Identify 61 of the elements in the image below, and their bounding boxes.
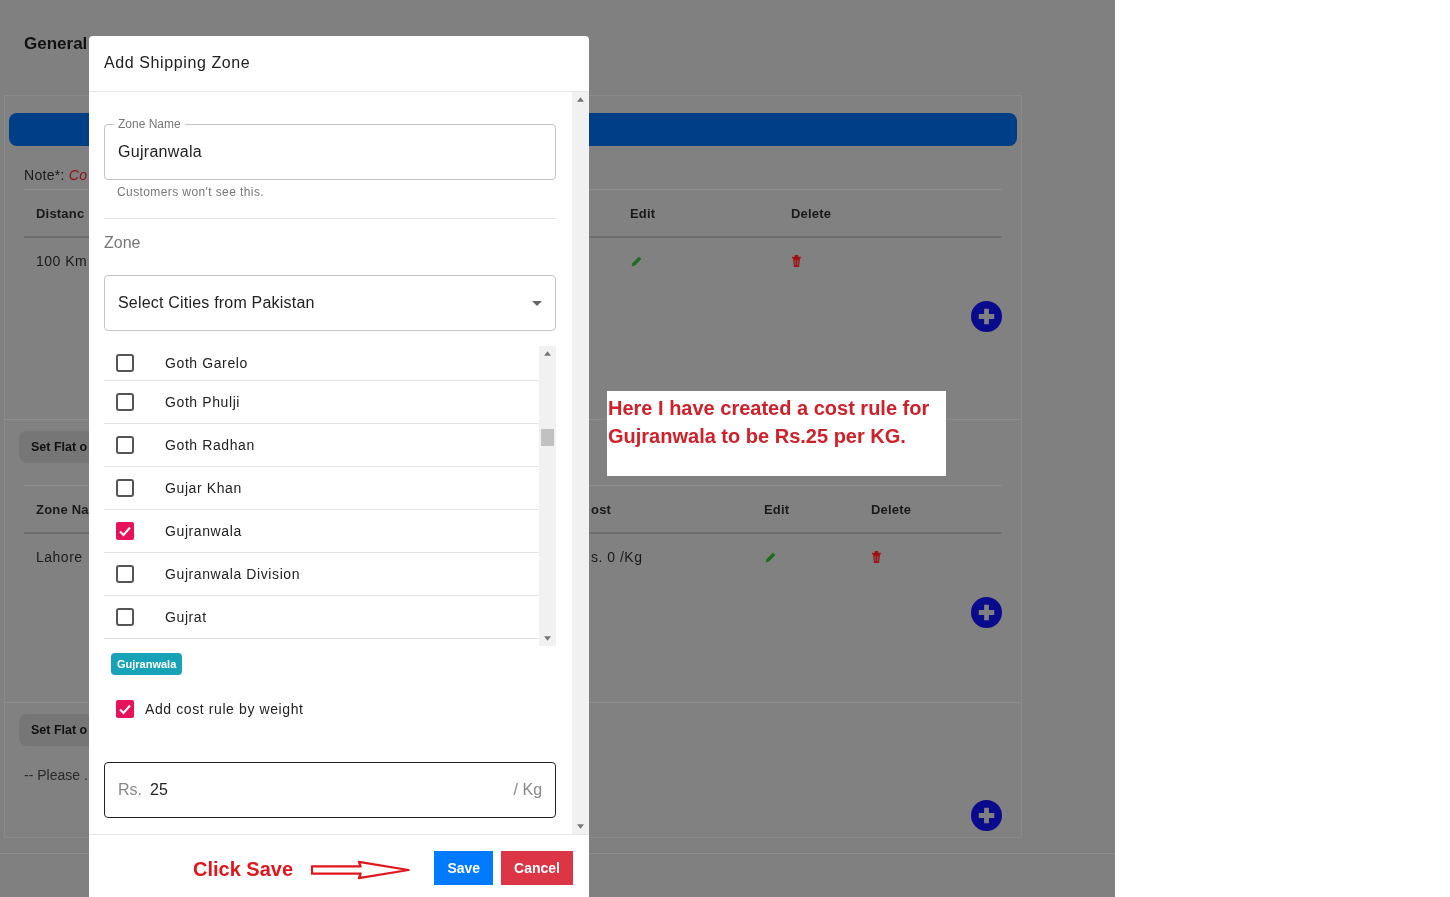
field-label: Zone Name [117, 117, 182, 131]
city-option[interactable]: Gujrat [165, 609, 207, 625]
annotation-callout: Here I have created a cost rule for Gujranwala to be Rs.25 per KG. [607, 391, 946, 476]
rate-field[interactable]: Rs. 25 / Kg [104, 762, 557, 818]
scrollbar[interactable] [572, 92, 589, 834]
note-label: Note*: [24, 167, 65, 183]
city-select[interactable]: Select Cities from Pakistan [104, 275, 557, 331]
column-header: Edit [629, 205, 657, 221]
dialog-title: Add Shipping Zone [89, 36, 589, 92]
checkbox[interactable] [116, 700, 134, 718]
add-button[interactable] [971, 597, 1002, 628]
column-header: Delete [790, 205, 833, 221]
city-option[interactable]: Gujar Khan [165, 480, 242, 496]
currency-prefix: Rs. [118, 781, 142, 799]
column-header: Distanc [35, 205, 86, 221]
scrollbar[interactable] [539, 346, 557, 646]
scroll-up-icon[interactable] [544, 351, 552, 356]
checkbox[interactable] [116, 479, 134, 497]
select-placeholder: Select Cities from Pakistan [118, 294, 315, 312]
note-text: Co [68, 167, 88, 183]
scroll-down-icon[interactable] [577, 824, 584, 829]
city-option[interactable]: Goth Radhan [165, 437, 255, 453]
save-button[interactable]: Save [434, 851, 494, 885]
city-tag: Gujranwala [111, 653, 183, 675]
checkbox[interactable] [116, 354, 134, 372]
checkbox[interactable] [116, 522, 134, 540]
cancel-button[interactable]: Cancel [501, 851, 573, 885]
field-value: Gujranwala [118, 143, 202, 160]
table-cell-text: s. 0 /Kg [590, 549, 644, 565]
trash-icon[interactable] [871, 551, 882, 563]
scroll-up-icon[interactable] [577, 97, 584, 102]
annotation-text: Click Save [193, 858, 294, 881]
city-option[interactable]: Goth Garelo [165, 355, 248, 371]
trash-icon[interactable] [791, 255, 802, 267]
field-value: 25 [150, 781, 169, 799]
checkbox[interactable] [116, 608, 134, 626]
scroll-down-icon[interactable] [544, 636, 552, 641]
checkbox[interactable] [116, 565, 134, 583]
column-header: Zone Na [35, 501, 90, 517]
city-option[interactable]: Gujranwala Division [165, 566, 301, 582]
zone-name-field[interactable]: Zone Name Gujranwala [104, 117, 557, 180]
city-option[interactable]: Gujranwala [165, 523, 242, 539]
add-button[interactable] [971, 301, 1002, 332]
column-header: Edit [763, 501, 791, 517]
scrollbar-thumb[interactable] [541, 429, 555, 446]
checkbox[interactable] [116, 393, 134, 411]
arrow-icon [311, 860, 411, 880]
table-cell-text: 100 Km [35, 253, 89, 269]
city-option[interactable]: Goth Phulji [165, 394, 241, 410]
info-text: -- Please . [24, 767, 88, 783]
checkbox-label[interactable]: Add cost rule by weight [145, 701, 304, 717]
table-cell-text: Lahore [35, 549, 84, 565]
helper-text: Customers won't see this. [116, 184, 265, 201]
add-button[interactable] [971, 800, 1002, 831]
checkbox[interactable] [116, 436, 134, 454]
section-label: Zone [104, 233, 142, 253]
caret-icon [532, 300, 543, 306]
column-header: Delete [870, 501, 913, 517]
page-title: General [24, 34, 88, 53]
column-header: ost [590, 501, 613, 517]
unit-suffix: / Kg [513, 781, 543, 799]
